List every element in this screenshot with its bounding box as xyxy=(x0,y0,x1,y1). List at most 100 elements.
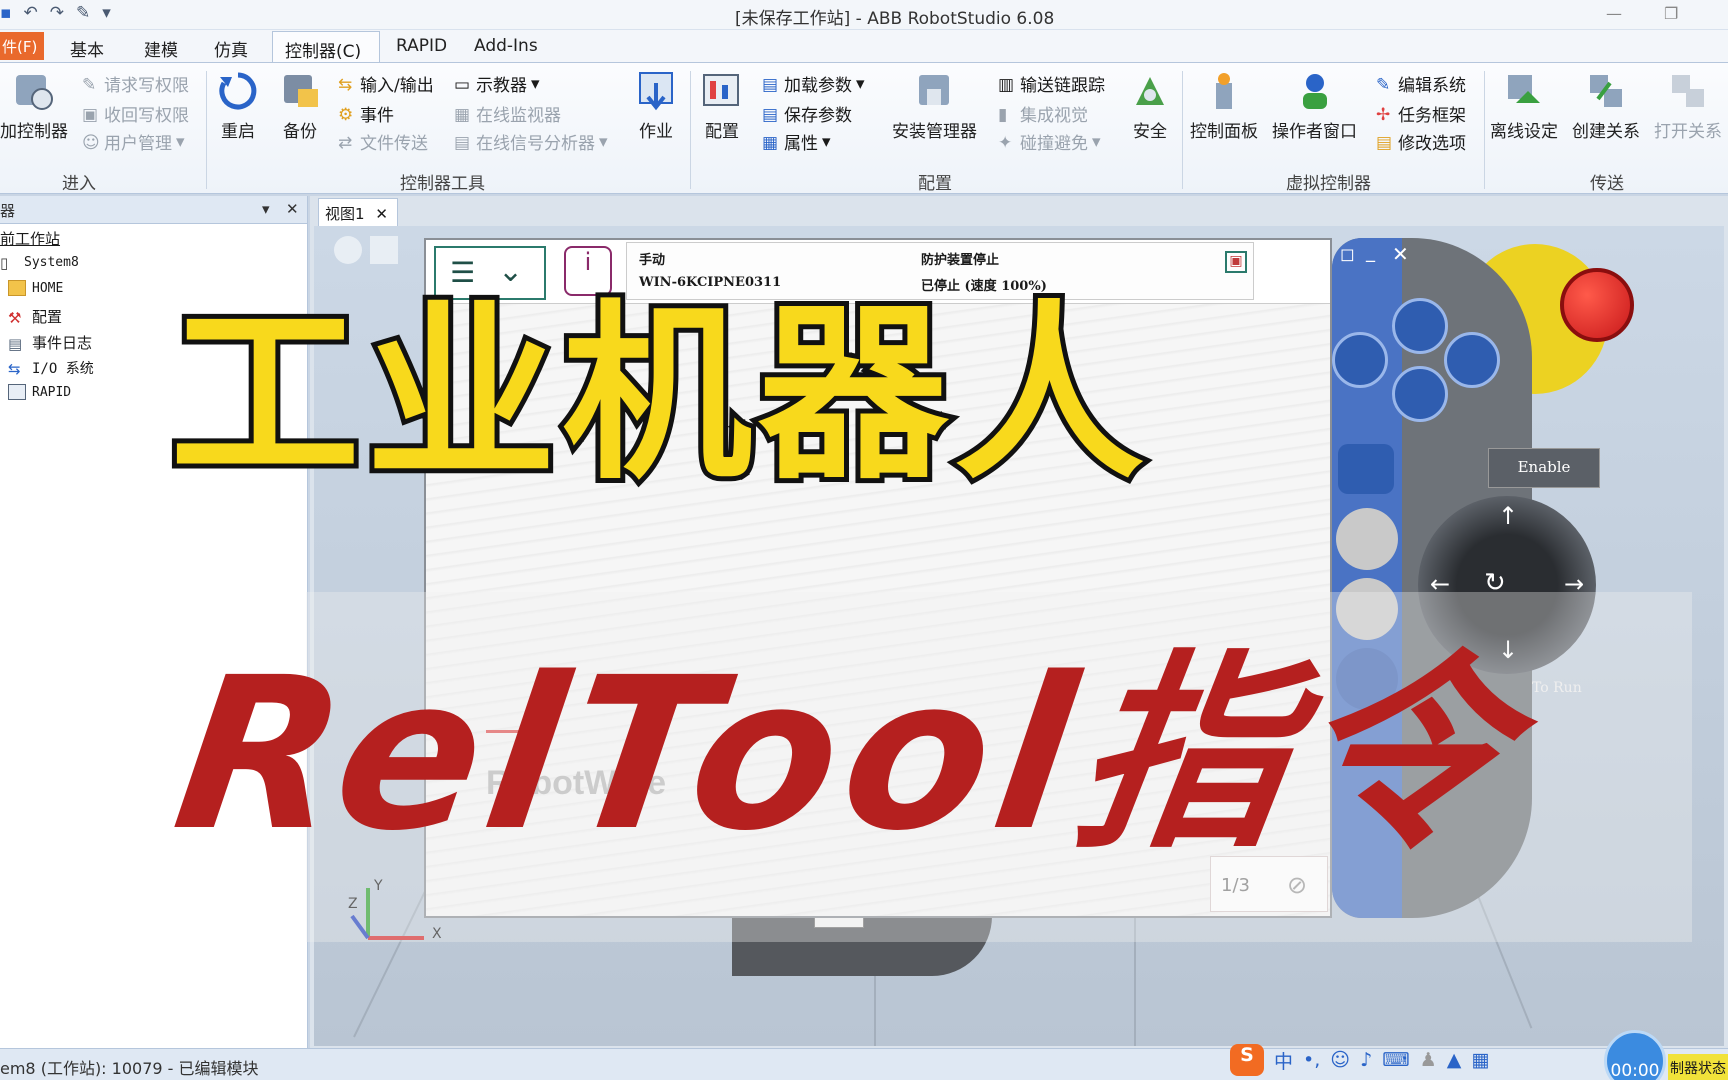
io-button[interactable]: ⇆ 输入/输出 xyxy=(338,71,434,97)
tab-modeling[interactable]: 建模 xyxy=(144,36,178,61)
file-transfer-button[interactable]: ⇄ 文件传送 xyxy=(338,129,428,155)
undo-icon[interactable]: ↶ xyxy=(24,3,38,23)
status-icon[interactable]: ▣ xyxy=(1225,251,1247,273)
save-icon[interactable]: ▪ xyxy=(0,3,12,23)
tree-event-log[interactable]: ▤ 事件日志 xyxy=(8,332,92,353)
group-label-virtual: 虚拟控制器 xyxy=(1286,174,1371,194)
open-relation-icon xyxy=(1672,75,1704,107)
events-button[interactable]: ⚙ 事件 xyxy=(338,101,394,127)
collision-icon: ✦ xyxy=(998,132,1013,153)
keyboard-icon[interactable]: ⌨ xyxy=(1382,1049,1409,1071)
tab-controller[interactable]: 控制器(C) xyxy=(272,31,380,63)
brush-icon[interactable]: ✎ xyxy=(76,3,90,23)
close-icon[interactable]: ✕ xyxy=(375,205,388,223)
tab-view1[interactable]: 视图1 ✕ xyxy=(318,198,398,226)
offline-setup-label: 离线设定 xyxy=(1490,122,1558,142)
signal-analyzer-icon: ▤ xyxy=(454,132,471,153)
pin-icon[interactable]: ▾ xyxy=(262,200,270,218)
request-write-button[interactable]: ✎ 请求写权限 xyxy=(82,71,189,97)
tool-key[interactable] xyxy=(1338,444,1394,494)
ribbon: 加控制器 ✎ 请求写权限 ▣ 收回写权限 ☺ 用户管理 ▾ 进入 重启 备份 ⇆ 输入/输… xyxy=(0,62,1728,194)
tree-station[interactable]: 前工作站 xyxy=(0,228,60,249)
backup-button[interactable]: 备份 xyxy=(278,69,322,142)
key-top[interactable] xyxy=(1392,298,1448,354)
users-icon: ☺ xyxy=(82,132,100,153)
title-bar: ▪ ↶ ↷ ✎ ▾ [未保存工作站] - ABB RobotStudio 6.0… xyxy=(0,0,1728,30)
emergency-stop-button[interactable] xyxy=(1560,268,1634,342)
emoji-icon[interactable]: ☺ xyxy=(1330,1049,1350,1071)
pane-header: 器 ▾ ✕ xyxy=(0,196,307,224)
tree-home[interactable]: HOME xyxy=(8,280,63,296)
view-tab-label: 视图1 xyxy=(325,205,365,223)
toolbox-icon[interactable]: ▦ xyxy=(1471,1049,1489,1071)
chevron-down-icon: ▾ xyxy=(599,131,608,152)
offline-setup-button[interactable]: 离线设定 xyxy=(1490,69,1558,142)
reorient-key[interactable] xyxy=(1336,508,1398,570)
add-controller-button[interactable]: 加控制器 xyxy=(0,69,68,142)
window-icon[interactable]: ◻ xyxy=(1340,244,1355,265)
open-relation-button[interactable]: 打开关系 xyxy=(1654,69,1722,142)
request-write-label: 请求写权限 xyxy=(104,76,189,96)
tree-config[interactable]: ⚒ 配置 xyxy=(8,306,62,327)
integrated-vision-button[interactable]: ▮ 集成视觉 xyxy=(998,101,1088,127)
close-icon[interactable]: ✕ xyxy=(286,200,299,218)
properties-label: 属性 xyxy=(784,134,818,154)
properties-button[interactable]: ▦ 属性 ▾ xyxy=(762,129,831,155)
restore-icon[interactable]: ❐ xyxy=(1664,4,1678,23)
install-manager-button[interactable]: 安装管理器 xyxy=(892,69,977,142)
tab-basic[interactable]: 基本 xyxy=(70,36,104,61)
collision-button[interactable]: ✦ 碰撞避免 ▾ xyxy=(998,129,1101,155)
view-tool-1[interactable] xyxy=(334,236,362,264)
operator-window-button[interactable]: 操作者窗口 xyxy=(1272,69,1357,142)
group-separator xyxy=(690,71,691,189)
task-frame-icon: ✢ xyxy=(1376,104,1391,125)
load-params-button[interactable]: ▤ 加载参数 ▾ xyxy=(762,71,865,97)
task-frame-button[interactable]: ✢ 任务框架 xyxy=(1376,101,1466,127)
ime-lang[interactable]: 中 xyxy=(1274,1047,1293,1074)
conveyor-button[interactable]: ▥ 输送链跟踪 xyxy=(998,71,1105,97)
monitor-icon: ▦ xyxy=(454,104,471,125)
minimize-icon[interactable]: _ xyxy=(1366,242,1375,263)
signal-analyzer-button[interactable]: ▤ 在线信号分析器 ▾ xyxy=(454,129,608,155)
user-mgmt-button[interactable]: ☺ 用户管理 ▾ xyxy=(82,129,185,155)
customize-icon[interactable]: ▾ xyxy=(102,3,111,23)
skin-icon[interactable]: ▲ xyxy=(1447,1049,1462,1071)
key-bottom[interactable] xyxy=(1392,366,1448,422)
redo-icon[interactable]: ↷ xyxy=(50,3,64,23)
key-left[interactable] xyxy=(1332,332,1388,388)
modify-options-button[interactable]: ▤ 修改选项 xyxy=(1376,129,1466,155)
control-panel-button[interactable]: 控制面板 xyxy=(1190,69,1258,142)
sogou-logo-icon[interactable]: S xyxy=(1230,1044,1264,1076)
tree-rapid[interactable]: RAPID xyxy=(8,384,71,400)
safety-button[interactable]: 安全 xyxy=(1128,69,1172,142)
signal-analyzer-label: 在线信号分析器 xyxy=(476,134,595,154)
microphone-icon[interactable]: ♪ xyxy=(1360,1049,1372,1071)
punctuation-icon[interactable]: •, xyxy=(1303,1049,1320,1071)
enable-button[interactable]: Enable xyxy=(1488,448,1600,488)
release-write-button[interactable]: ▣ 收回写权限 xyxy=(82,101,189,127)
save-params-button[interactable]: ▤ 保存参数 xyxy=(762,101,852,127)
view-tool-2[interactable] xyxy=(370,236,398,264)
key-right[interactable] xyxy=(1444,332,1500,388)
user-icon[interactable]: ♟ xyxy=(1420,1049,1437,1071)
tab-rapid[interactable]: RAPID xyxy=(396,36,447,56)
tree-system[interactable]: ▯ System8 xyxy=(0,254,79,272)
group-label-controller-tools: 控制器工具 xyxy=(400,174,485,194)
restart-button[interactable]: 重启 xyxy=(216,69,260,142)
job-button[interactable]: 作业 xyxy=(634,69,678,142)
close-icon[interactable]: ✕ xyxy=(1392,242,1409,266)
configure-button[interactable]: 配置 xyxy=(700,69,744,142)
create-relation-button[interactable]: 创建关系 xyxy=(1572,69,1640,142)
tree-item-label: 事件日志 xyxy=(32,334,93,352)
flexpendant-button[interactable]: ▭ 示教器 ▾ xyxy=(454,71,540,97)
collision-label: 碰撞避免 xyxy=(1020,134,1088,154)
tab-simulation[interactable]: 仿真 xyxy=(214,36,248,61)
online-monitor-button[interactable]: ▦ 在线监视器 xyxy=(454,101,561,127)
tree-io-system[interactable]: ⇆ I/O 系统 xyxy=(8,358,94,378)
edit-system-button[interactable]: ✎ 编辑系统 xyxy=(1376,71,1466,97)
tab-addins[interactable]: Add-Ins xyxy=(474,36,538,56)
status-text: em8 (工作站): 10079 - 已编辑模块 xyxy=(0,1059,259,1078)
tab-file[interactable]: 件(F) xyxy=(0,32,44,60)
chevron-down-icon: ▾ xyxy=(1092,131,1101,152)
minimize-icon[interactable]: — xyxy=(1606,4,1622,23)
